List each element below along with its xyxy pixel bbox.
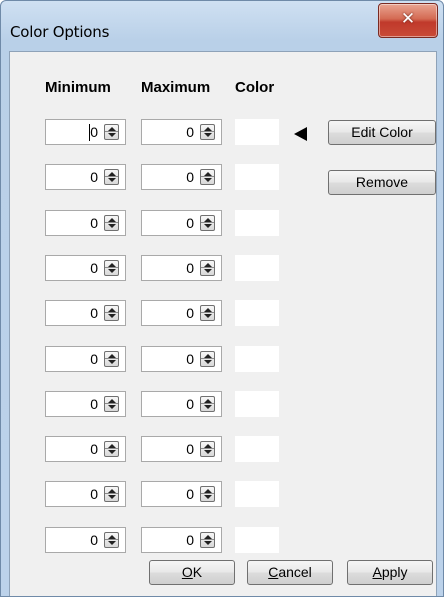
minimum-stepper-value: 0	[90, 169, 98, 186]
spin-arrows-icon[interactable]	[200, 486, 215, 503]
maximum-stepper[interactable]: 0	[141, 209, 222, 236]
text-caret	[89, 124, 90, 141]
color-swatch[interactable]	[235, 345, 279, 372]
spin-arrows-icon[interactable]	[200, 124, 215, 140]
maximum-stepper-value: 0	[186, 124, 194, 140]
minimum-header: Minimum	[45, 79, 111, 96]
color-header: Color	[235, 79, 275, 96]
maximum-stepper-value: 0	[186, 350, 194, 367]
maximum-stepper[interactable]: 0	[141, 390, 222, 417]
maximum-stepper[interactable]: 0	[141, 526, 222, 553]
spin-arrows-icon[interactable]	[104, 214, 119, 231]
minimum-stepper[interactable]: 0	[45, 300, 126, 327]
apply-button[interactable]: Apply	[347, 560, 433, 585]
color-swatch[interactable]	[235, 254, 279, 281]
edit-color-button[interactable]: Edit Color	[328, 120, 436, 145]
selected-row-arrow-icon	[294, 127, 307, 141]
spin-arrows-icon[interactable]	[104, 305, 119, 322]
minimum-stepper-value: 0	[90, 350, 98, 367]
spin-arrows-icon[interactable]	[104, 441, 119, 458]
maximum-stepper-value: 0	[186, 441, 194, 458]
minimum-stepper[interactable]: 0	[45, 119, 126, 145]
minimum-stepper[interactable]: 0	[45, 436, 126, 463]
maximum-stepper[interactable]: 0	[141, 436, 222, 463]
spin-arrows-icon[interactable]	[104, 486, 119, 503]
minimum-stepper[interactable]: 0	[45, 254, 126, 281]
maximum-stepper[interactable]: 0	[141, 119, 222, 145]
spin-arrows-icon[interactable]	[200, 214, 215, 231]
color-swatch[interactable]	[235, 209, 279, 236]
color-options-dialog: Color Options ✕ Minimum Maximum Color 0 0…	[0, 0, 444, 597]
color-swatch[interactable]	[235, 481, 279, 508]
spin-arrows-icon[interactable]	[104, 350, 119, 367]
minimum-stepper-value: 0	[90, 441, 98, 458]
maximum-stepper-value: 0	[186, 259, 194, 276]
minimum-stepper[interactable]: 0	[45, 481, 126, 508]
minimum-stepper-value: 0	[90, 259, 98, 276]
spin-arrows-icon[interactable]	[104, 395, 119, 412]
window-title: Color Options	[10, 23, 110, 41]
maximum-stepper-value: 0	[186, 531, 194, 548]
maximum-stepper[interactable]: 0	[141, 254, 222, 281]
maximum-stepper[interactable]: 0	[141, 164, 222, 191]
minimum-stepper[interactable]: 0	[45, 164, 126, 191]
maximum-stepper[interactable]: 0	[141, 300, 222, 327]
minimum-stepper-value: 0	[90, 395, 98, 412]
maximum-stepper[interactable]: 0	[141, 481, 222, 508]
spin-arrows-icon[interactable]	[104, 124, 119, 140]
spin-arrows-icon[interactable]	[104, 169, 119, 186]
color-swatch[interactable]	[235, 436, 279, 463]
spin-arrows-icon[interactable]	[104, 531, 119, 548]
color-swatch[interactable]	[235, 119, 279, 145]
minimum-stepper[interactable]: 0	[45, 390, 126, 417]
maximum-stepper[interactable]: 0	[141, 345, 222, 372]
spin-arrows-icon[interactable]	[200, 350, 215, 367]
title-bar[interactable]: Color Options ✕	[1, 1, 443, 51]
spin-arrows-icon[interactable]	[200, 441, 215, 458]
close-button[interactable]: ✕	[378, 3, 438, 38]
minimum-stepper-value: 0	[90, 124, 98, 140]
spin-arrows-icon[interactable]	[104, 259, 119, 276]
apply-mnemonic: A	[372, 564, 382, 580]
color-swatch[interactable]	[235, 300, 279, 327]
remove-button[interactable]: Remove	[328, 170, 436, 195]
spin-arrows-icon[interactable]	[200, 259, 215, 276]
spin-arrows-icon[interactable]	[200, 169, 215, 186]
ok-button[interactable]: OK	[149, 560, 235, 585]
spin-arrows-icon[interactable]	[200, 395, 215, 412]
color-swatch[interactable]	[235, 390, 279, 417]
maximum-stepper-value: 0	[186, 169, 194, 186]
maximum-stepper-value: 0	[186, 305, 194, 322]
minimum-stepper-value: 0	[90, 214, 98, 231]
cancel-button[interactable]: Cancel	[247, 560, 333, 585]
ok-mnemonic: O	[181, 564, 193, 580]
color-swatch[interactable]	[235, 164, 279, 191]
spin-arrows-icon[interactable]	[200, 531, 215, 548]
color-swatch[interactable]	[235, 526, 279, 553]
close-x-icon: ✕	[400, 9, 416, 29]
maximum-stepper-value: 0	[186, 486, 194, 503]
cancel-mnemonic: C	[268, 564, 279, 580]
maximum-stepper-value: 0	[186, 395, 194, 412]
minimum-stepper-value: 0	[90, 305, 98, 322]
maximum-header: Maximum	[141, 79, 211, 96]
minimum-stepper-value: 0	[90, 531, 98, 548]
spin-arrows-icon[interactable]	[200, 305, 215, 322]
minimum-stepper[interactable]: 0	[45, 345, 126, 372]
maximum-stepper-value: 0	[186, 214, 194, 231]
minimum-stepper[interactable]: 0	[45, 209, 126, 236]
minimum-stepper[interactable]: 0	[45, 526, 126, 553]
dialog-content: Minimum Maximum Color 0 0 0 0 0 0 0 0 0 0 0 0 0 0 0 0 0 0…	[9, 51, 437, 596]
minimum-stepper-value: 0	[90, 486, 98, 503]
